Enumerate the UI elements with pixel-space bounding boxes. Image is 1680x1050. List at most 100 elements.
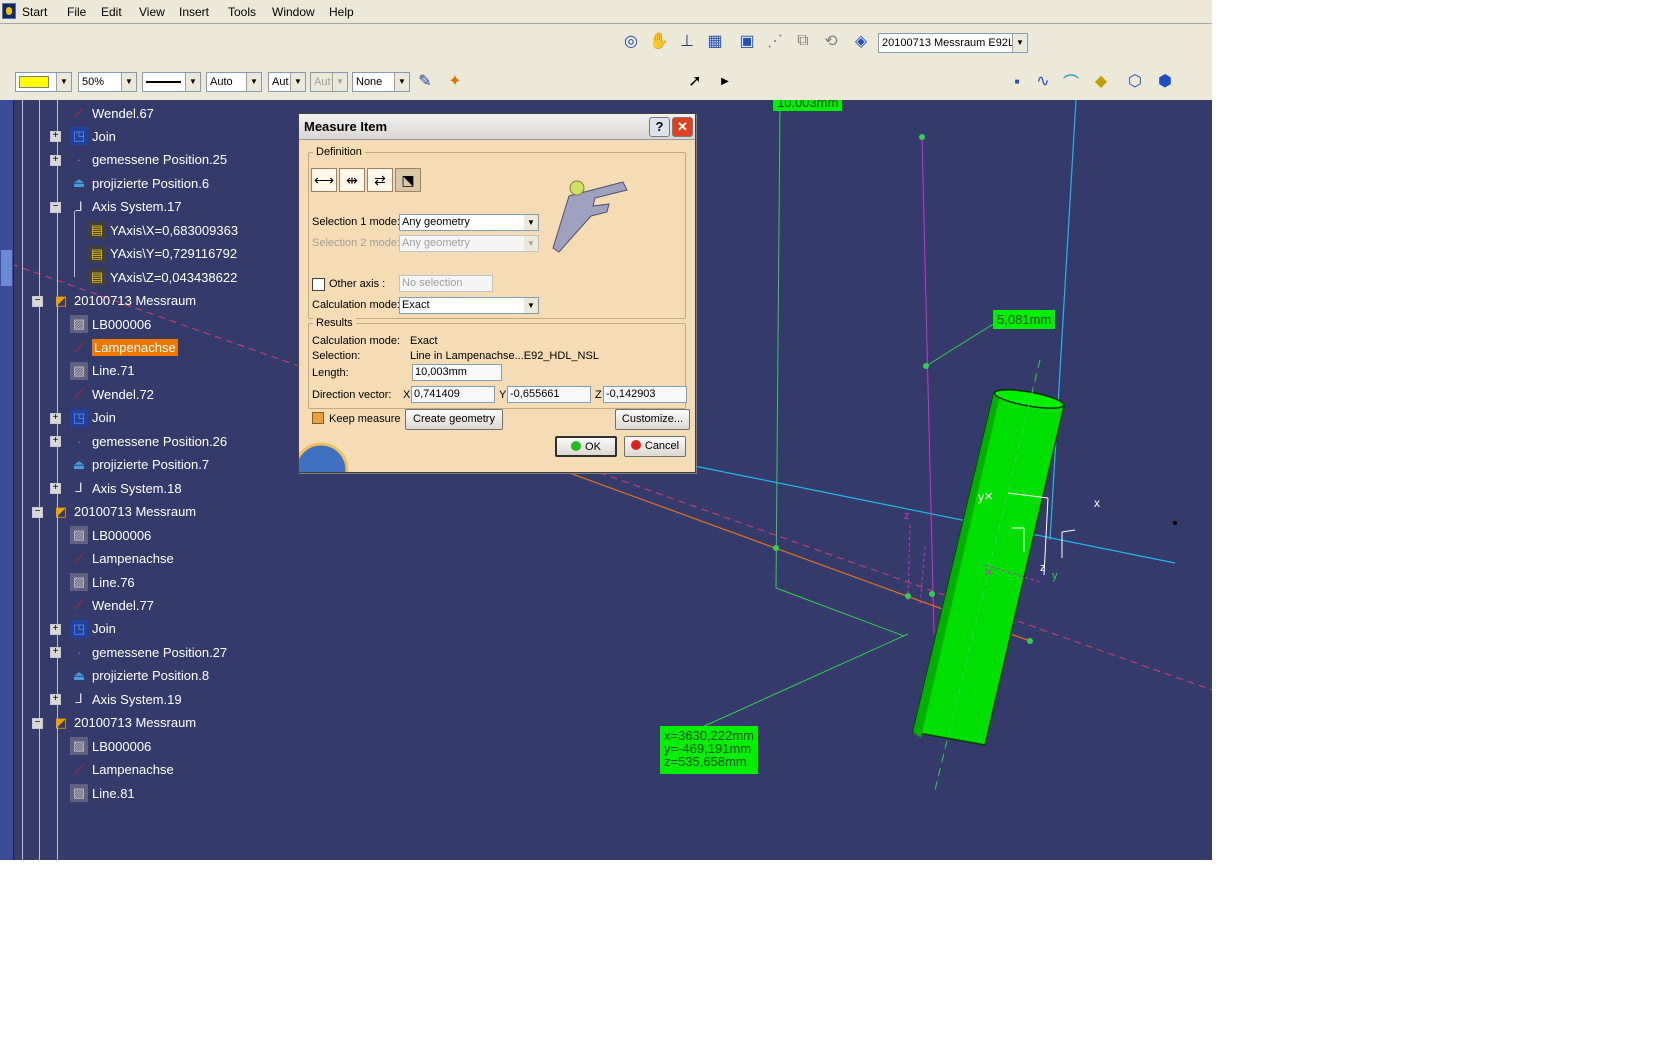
help-button[interactable]: ? (649, 117, 670, 137)
menu-window[interactable]: Window (272, 5, 315, 19)
menu-file[interactable]: File (67, 5, 86, 19)
tree-expander-icon[interactable]: − (32, 506, 43, 518)
cancel-button[interactable]: Cancel (624, 436, 686, 457)
measure-angle-icon[interactable]: ⇄ (367, 168, 393, 192)
length-measure-tag[interactable]: 10,003mm (773, 100, 843, 111)
document-select[interactable]: 20100713 Messraum E92L(▼ (878, 33, 1028, 53)
axis-icon[interactable]: ⊥ (676, 30, 698, 52)
dialog-titlebar[interactable]: Measure Item ? ✕ (299, 114, 695, 140)
tree-node[interactable]: ⅃ Axis System.17 (70, 196, 181, 218)
point-icon[interactable]: ■ (1006, 70, 1028, 92)
selection1-select[interactable]: Any geometry ▼ (399, 214, 539, 231)
surface-icon[interactable]: ⌒ (1060, 70, 1082, 92)
menu-edit[interactable]: Edit (101, 5, 122, 19)
tree-expander-icon[interactable]: + (50, 131, 61, 143)
tree-expander-icon[interactable]: + (50, 623, 61, 635)
tree-expander-icon[interactable]: + (50, 436, 61, 448)
layer-select[interactable]: None ▼ (352, 72, 410, 92)
color-select[interactable]: ▼ (15, 72, 72, 92)
tree-node[interactable]: ⏏ projizierte Position.6 (70, 172, 209, 194)
other-axis-checkbox[interactable] (312, 278, 325, 291)
close-button[interactable]: ✕ (672, 117, 693, 137)
transparency-select[interactable]: 50% ▼ (78, 72, 137, 92)
tree-node[interactable]: ◳ Join (70, 407, 116, 429)
measure-between-icon[interactable]: ⬡ (1124, 70, 1146, 92)
tree-node[interactable]: ⟋ Wendel.72 (70, 383, 153, 405)
tree-node[interactable]: · gemessene Position.25 (70, 149, 227, 171)
menu-insert[interactable]: Insert (179, 5, 209, 19)
layers-icon[interactable]: ⧉ (792, 30, 814, 52)
grid-icon[interactable]: ▦ (704, 30, 726, 52)
measure-item-mode-icon[interactable]: ⟷ (311, 168, 337, 192)
properties-icon[interactable]: ✦ (444, 70, 466, 92)
tree-expander-icon[interactable]: + (50, 483, 61, 495)
tree-node[interactable]: ▨ Line.81 (70, 782, 135, 804)
dir-z-field[interactable]: -0,142903 (603, 386, 687, 403)
tree-node[interactable]: ⅃ Axis System.18 (70, 477, 181, 499)
tree-expander-icon[interactable]: + (50, 647, 61, 659)
measure-thickness-icon[interactable]: ⇹ (339, 168, 365, 192)
tree-node[interactable]: ⟋ Lampenachse (70, 548, 173, 570)
measure-inertia-icon[interactable]: ⬔ (395, 168, 421, 192)
tree-expander-icon[interactable]: − (50, 201, 61, 213)
tree-expander-icon[interactable]: + (50, 694, 61, 706)
tree-node[interactable]: ⏏ projizierte Position.7 (70, 454, 209, 476)
tree-expander-icon[interactable]: − (32, 717, 43, 729)
tree-node[interactable]: ▨ LB000006 (70, 313, 151, 335)
tree-node[interactable]: ▨ Line.76 (70, 571, 135, 593)
view-icon[interactable]: ▣ (736, 30, 758, 52)
tree-node[interactable]: ▨ LB000006 (70, 735, 151, 757)
dir-x-field[interactable]: 0,741409 (411, 386, 495, 403)
measure-icon[interactable]: ◆ (1090, 70, 1112, 92)
thickness-select[interactable]: Auto ▼ (206, 72, 262, 92)
linetype-select[interactable]: ▼ (142, 72, 201, 92)
tree-node[interactable]: ◳ Join (70, 125, 116, 147)
tree-node[interactable]: ⟋ Wendel.67 (70, 102, 153, 124)
tree-node[interactable]: ⟋ Wendel.77 (70, 594, 153, 616)
tree-node[interactable]: ▨ LB000006 (70, 524, 151, 546)
tree-node[interactable]: ⟋ Lampenachse (70, 759, 173, 781)
dir-y-field[interactable]: -0,655661 (507, 386, 591, 403)
tree-node[interactable]: ▤ YAxis\Y=0,729116792 (88, 243, 237, 265)
result-length-field[interactable]: 10,003mm (412, 364, 502, 381)
pan-icon[interactable]: ✋ (648, 30, 670, 52)
point-style-select[interactable]: Aut ▼ (268, 72, 306, 92)
menu-view[interactable]: View (139, 5, 165, 19)
menu-help[interactable]: Help (329, 5, 354, 19)
tree-expander-icon[interactable]: − (32, 295, 43, 307)
render-icon[interactable]: ◈ (850, 30, 872, 52)
distance-measure-tag[interactable]: 5,081mm (993, 310, 1056, 329)
swap-icon[interactable]: ⟲ (820, 30, 842, 52)
tree-node[interactable]: ◩ 20100713 Messraum (52, 501, 196, 523)
customize-button[interactable]: Customize... (615, 409, 690, 430)
tree-node[interactable]: ◩ 20100713 Messraum (52, 712, 196, 734)
measure-item-icon[interactable]: ⬢ (1154, 70, 1176, 92)
ok-button[interactable]: OK (555, 436, 617, 457)
spline-icon[interactable]: ∿ (1032, 70, 1054, 92)
menu-tools[interactable]: Tools (228, 5, 256, 19)
tree-expander-icon[interactable]: + (50, 412, 61, 424)
keep-measure-checkbox[interactable] (312, 412, 324, 424)
expand-toolbar-icon[interactable]: ▶ (714, 70, 736, 92)
tree-node[interactable]: ▤ YAxis\Z=0,043438622 (88, 266, 237, 288)
hide-show-icon[interactable]: ⋰ (764, 30, 786, 52)
tree-node[interactable]: ▤ YAxis\X=0,683009363 (88, 219, 238, 241)
tree-expander-icon[interactable]: + (50, 154, 61, 166)
painter-icon[interactable]: ✎ (414, 70, 436, 92)
menu-start[interactable]: Start (22, 5, 47, 19)
tree-node[interactable]: ⟋ Lampenachse (70, 337, 178, 359)
tree-node[interactable]: · gemessene Position.26 (70, 430, 227, 452)
tree-node[interactable]: · gemessene Position.27 (70, 641, 227, 663)
tree-node[interactable]: ▨ Line.71 (70, 360, 135, 382)
select-arrow-icon[interactable]: ➚ (684, 70, 706, 92)
calc-mode-select[interactable]: Exact ▼ (399, 297, 539, 314)
coordinate-measure-tag[interactable]: x=3630,222mm y=-469,191mm z=535,658mm (660, 726, 758, 774)
tree-node[interactable]: ⏏ projizierte Position.8 (70, 665, 209, 687)
tree-node[interactable]: ⅃ Axis System.19 (70, 688, 181, 710)
tree-node[interactable]: ◩ 20100713 Messraum (52, 290, 196, 312)
tree-node[interactable]: ◳ Join (70, 618, 116, 640)
catia-logo-icon[interactable] (2, 3, 16, 19)
tree-scrollbar[interactable] (0, 100, 14, 860)
create-geometry-button[interactable]: Create geometry (405, 409, 503, 430)
fit-all-icon[interactable]: ◎ (620, 30, 642, 52)
